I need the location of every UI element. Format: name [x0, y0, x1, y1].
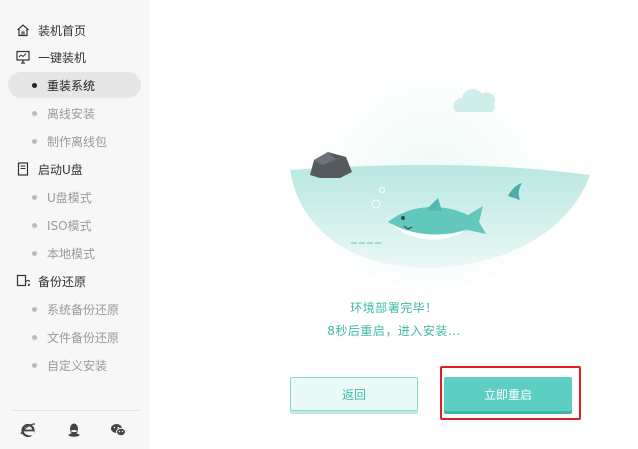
sidebar-group-label: 一键装机	[38, 50, 87, 65]
bullet-dot-icon	[32, 194, 37, 200]
restart-countdown: 8秒后重启，进入安装...	[327, 324, 461, 338]
back-button[interactable]: 返回	[290, 377, 418, 411]
sidebar-item-usb-mode[interactable]: U盘模式	[8, 184, 141, 210]
sidebar-group-label: 启动U盘	[38, 162, 83, 177]
sidebar-group-home[interactable]: 装机首页	[8, 17, 141, 43]
home-icon	[16, 23, 30, 37]
sidebar-group-one-click-install[interactable]: 一键装机	[8, 44, 141, 70]
sidebar-group-label: 备份还原	[38, 274, 87, 289]
sidebar-item-system-backup-restore[interactable]: 系统备份还原	[8, 296, 141, 322]
sidebar-item-iso-mode[interactable]: ISO模式	[8, 212, 141, 238]
bullet-dot-icon	[32, 82, 37, 88]
bullet-dot-icon	[32, 138, 37, 144]
sidebar: 装机首页 一键装机 重装系统 离线安装 制作离线包 启动U盘 U盘模式 ISO模…	[0, 0, 150, 449]
sidebar-item-make-offline-package[interactable]: 制作离线包	[8, 128, 141, 154]
sidebar-divider	[12, 410, 140, 411]
sidebar-item-label: 系统备份还原	[47, 302, 120, 317]
bullet-dot-icon	[32, 250, 37, 256]
restart-now-button[interactable]: 立即重启	[444, 377, 572, 411]
sidebar-item-file-backup-restore[interactable]: 文件备份还原	[8, 324, 141, 350]
shark-illustration	[290, 30, 590, 290]
ie-browser-icon[interactable]	[20, 422, 36, 438]
qq-icon[interactable]	[66, 422, 82, 438]
sidebar-item-label: 本地模式	[47, 246, 96, 261]
main-panel: 环境部署完毕！ 8秒后重启，进入安装... 返回 立即重启	[150, 0, 638, 449]
sidebar-item-label: U盘模式	[47, 190, 92, 205]
sidebar-group-label: 装机首页	[38, 23, 87, 38]
bullet-dot-icon	[32, 334, 37, 340]
usb-drive-icon	[16, 162, 30, 176]
status-message: 环境部署完毕！	[350, 301, 438, 315]
sidebar-item-offline-install[interactable]: 离线安装	[8, 100, 141, 126]
sidebar-item-reinstall-system[interactable]: 重装系统	[8, 72, 141, 98]
sidebar-item-label: 离线安装	[47, 106, 96, 121]
sidebar-group-boot-usb[interactable]: 启动U盘	[8, 156, 141, 182]
wechat-icon[interactable]	[110, 422, 126, 438]
sidebar-group-backup-restore[interactable]: 备份还原	[8, 268, 141, 294]
bullet-dot-icon	[32, 110, 37, 116]
sidebar-item-label: 重装系统	[47, 78, 96, 93]
sidebar-item-label: 自定义安装	[47, 358, 108, 373]
backup-icon	[16, 274, 30, 288]
sidebar-item-custom-install[interactable]: 自定义安装	[8, 352, 141, 378]
bullet-dot-icon	[32, 306, 37, 312]
bullet-dot-icon	[32, 222, 37, 228]
sidebar-item-label: ISO模式	[47, 218, 92, 233]
bullet-dot-icon	[32, 362, 37, 368]
sidebar-item-label: 制作离线包	[47, 134, 108, 149]
sidebar-item-local-mode[interactable]: 本地模式	[8, 240, 141, 266]
sidebar-item-label: 文件备份还原	[47, 330, 120, 345]
monitor-icon	[16, 50, 30, 64]
